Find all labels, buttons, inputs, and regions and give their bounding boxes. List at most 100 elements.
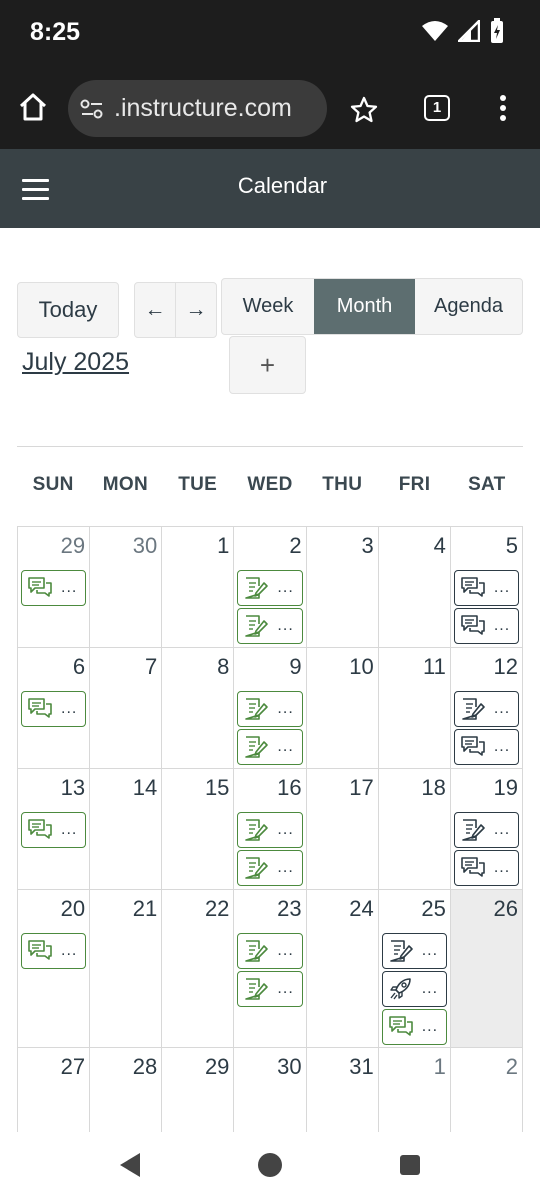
calendar-event[interactable]: ... <box>381 933 447 969</box>
calendar-event[interactable]: ... <box>237 608 303 644</box>
month-title[interactable]: July 2025 <box>22 348 129 377</box>
calendar-event[interactable]: ... <box>237 971 303 1007</box>
day-number[interactable]: 1 <box>217 533 229 559</box>
day-number[interactable]: 1 <box>434 1054 446 1080</box>
day-number[interactable]: 31 <box>349 1054 373 1080</box>
day-cell[interactable]: 15 <box>162 769 235 890</box>
day-cell[interactable]: 31 <box>307 1048 379 1132</box>
day-cell[interactable]: 27 <box>18 1048 91 1132</box>
day-number[interactable]: 26 <box>494 896 518 922</box>
day-cell[interactable]: 2...... <box>234 527 307 648</box>
day-number[interactable]: 20 <box>61 896 85 922</box>
day-number[interactable]: 10 <box>349 654 373 680</box>
day-cell[interactable]: 25......... <box>378 890 451 1048</box>
day-number[interactable]: 27 <box>61 1054 85 1080</box>
day-number[interactable]: 25 <box>421 896 445 922</box>
day-number[interactable]: 19 <box>494 775 518 801</box>
site-settings-icon[interactable] <box>80 99 104 119</box>
tab-week[interactable]: Week <box>222 279 314 334</box>
calendar-event[interactable]: ... <box>21 570 87 606</box>
day-number[interactable]: 13 <box>61 775 85 801</box>
calendar-event[interactable]: ... <box>381 971 447 1007</box>
day-number[interactable]: 6 <box>73 654 85 680</box>
calendar-event[interactable]: ... <box>21 812 87 848</box>
calendar-event[interactable]: ... <box>237 933 303 969</box>
day-cell[interactable]: 30 <box>90 527 163 648</box>
day-number[interactable]: 8 <box>217 654 229 680</box>
day-cell[interactable]: 5...... <box>450 527 523 648</box>
day-cell[interactable]: 6... <box>18 648 91 769</box>
day-number[interactable]: 5 <box>506 533 518 559</box>
day-cell[interactable]: 18 <box>378 769 451 890</box>
calendar-event[interactable]: ... <box>237 812 303 848</box>
recents-icon[interactable] <box>399 1154 421 1176</box>
day-cell[interactable]: 30 <box>234 1048 307 1132</box>
day-number[interactable]: 17 <box>349 775 373 801</box>
calendar-event[interactable]: ... <box>21 933 87 969</box>
day-cell[interactable]: 24 <box>306 890 379 1048</box>
day-cell[interactable]: 26 <box>450 890 523 1048</box>
day-number[interactable]: 16 <box>277 775 301 801</box>
day-cell[interactable]: 19...... <box>450 769 523 890</box>
day-cell[interactable]: 8 <box>162 648 235 769</box>
day-cell[interactable]: 23...... <box>234 890 307 1048</box>
day-cell[interactable]: 7 <box>90 648 163 769</box>
tab-agenda[interactable]: Agenda <box>415 279 522 334</box>
day-number[interactable]: 24 <box>349 896 373 922</box>
day-cell[interactable]: 22 <box>162 890 235 1048</box>
day-cell[interactable]: 13... <box>18 769 91 890</box>
calendar-event[interactable]: ... <box>453 729 519 765</box>
day-number[interactable]: 3 <box>361 533 373 559</box>
day-number[interactable]: 4 <box>434 533 446 559</box>
calendar-event[interactable]: ... <box>453 812 519 848</box>
calendar-event[interactable]: ... <box>237 729 303 765</box>
day-number[interactable]: 9 <box>289 654 301 680</box>
day-cell[interactable]: 28 <box>90 1048 163 1132</box>
day-number[interactable]: 11 <box>423 654 446 680</box>
day-number[interactable]: 28 <box>133 1054 157 1080</box>
home-nav-icon[interactable] <box>257 1152 283 1178</box>
day-cell[interactable]: 4 <box>378 527 451 648</box>
day-cell[interactable]: 1 <box>162 527 235 648</box>
day-cell[interactable]: 17 <box>306 769 379 890</box>
day-number[interactable]: 15 <box>205 775 229 801</box>
day-number[interactable]: 2 <box>506 1054 518 1080</box>
day-cell[interactable]: 11 <box>378 648 451 769</box>
today-button[interactable]: Today <box>17 282 119 338</box>
day-number[interactable]: 30 <box>133 533 157 559</box>
calendar-event[interactable]: ... <box>453 850 519 886</box>
day-number[interactable]: 30 <box>277 1054 301 1080</box>
day-cell[interactable]: 29... <box>18 527 91 648</box>
day-number[interactable]: 18 <box>421 775 445 801</box>
calendar-event[interactable]: ... <box>237 691 303 727</box>
bookmark-star-icon[interactable] <box>350 96 378 124</box>
day-cell[interactable]: 9...... <box>234 648 307 769</box>
previous-month-button[interactable]: ← <box>135 283 176 337</box>
tab-switcher-button[interactable]: 1 <box>424 95 450 121</box>
next-month-button[interactable]: → <box>176 283 216 337</box>
day-cell[interactable]: 14 <box>90 769 163 890</box>
more-options-icon[interactable] <box>498 94 508 122</box>
calendar-event[interactable]: ... <box>237 850 303 886</box>
day-number[interactable]: 7 <box>145 654 157 680</box>
day-cell[interactable]: 3 <box>306 527 379 648</box>
day-cell[interactable]: 21 <box>90 890 163 1048</box>
day-number[interactable]: 12 <box>494 654 518 680</box>
day-number[interactable]: 14 <box>133 775 157 801</box>
day-cell[interactable]: 29 <box>162 1048 235 1132</box>
add-event-button[interactable]: + <box>229 336 306 394</box>
day-cell[interactable]: 20... <box>18 890 91 1048</box>
day-cell[interactable]: 10 <box>306 648 379 769</box>
calendar-event[interactable]: ... <box>453 608 519 644</box>
day-cell[interactable]: 1 <box>379 1048 451 1132</box>
day-cell[interactable]: 16...... <box>234 769 307 890</box>
calendar-event[interactable]: ... <box>237 570 303 606</box>
day-cell[interactable]: 2 <box>451 1048 523 1132</box>
calendar-event[interactable]: ... <box>453 691 519 727</box>
back-icon[interactable] <box>118 1152 142 1178</box>
day-number[interactable]: 22 <box>205 896 229 922</box>
day-number[interactable]: 2 <box>289 533 301 559</box>
day-number[interactable]: 23 <box>277 896 301 922</box>
calendar-event[interactable]: ... <box>381 1009 447 1045</box>
calendar-event[interactable]: ... <box>453 570 519 606</box>
